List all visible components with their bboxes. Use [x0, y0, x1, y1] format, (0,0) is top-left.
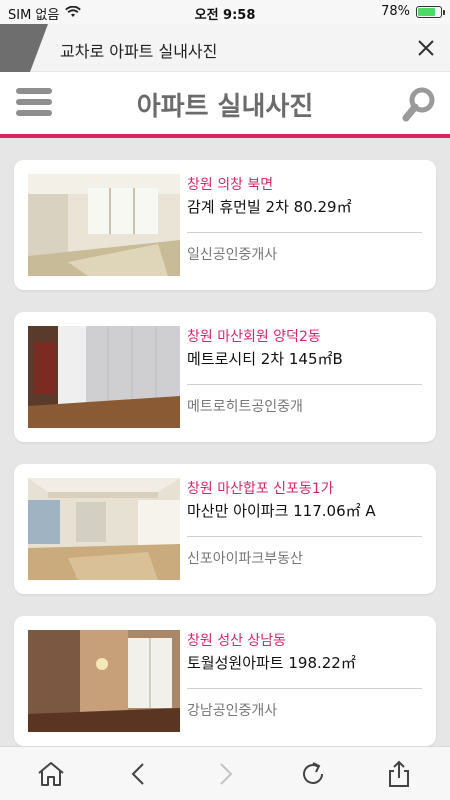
- app-header: 아파트 실내사진: [0, 72, 450, 134]
- battery-icon: [416, 5, 445, 18]
- listing-card[interactable]: 창원 성산 상남동 토월성원아파트 198.22㎡ 강남공인중개사: [14, 616, 436, 746]
- listing-photo[interactable]: [28, 478, 180, 580]
- listing-agency: 강남공인중개사: [187, 703, 278, 719]
- listing-location: 창원 성산 상남동: [187, 633, 287, 649]
- listing-location: 창원 마산회원 양덕2동: [187, 329, 321, 345]
- battery-fill: [418, 7, 436, 16]
- divider: [187, 536, 422, 537]
- tab-title: 교차로 아파트 실내사진: [60, 42, 218, 61]
- divider: [187, 688, 422, 689]
- listing-name[interactable]: 토월성원아파트 198.22㎡: [187, 652, 356, 673]
- listing-card[interactable]: 창원 마산합포 신포동1가 마산만 아이파크 117.06㎡ A 신포아이파크부…: [14, 464, 436, 594]
- listing-agency: 메트로히트공인중개: [187, 399, 303, 415]
- forward-icon[interactable]: [210, 759, 240, 789]
- listing-name[interactable]: 감계 휴먼빌 2차 80.29㎡: [187, 196, 352, 217]
- battery-percent: 78%: [381, 4, 410, 19]
- listing-photo[interactable]: [28, 326, 180, 428]
- listing-card[interactable]: 창원 마산회원 양덕2동 메트로시티 2차 145㎡B 메트로히트공인중개: [14, 312, 436, 442]
- listing-photo[interactable]: [28, 630, 180, 732]
- home-icon[interactable]: [36, 759, 66, 789]
- divider: [187, 232, 422, 233]
- listing-name[interactable]: 마산만 아이파크 117.06㎡ A: [187, 500, 376, 521]
- listing-location: 창원 마산합포 신포동1가: [187, 481, 334, 497]
- refresh-icon[interactable]: [298, 759, 328, 789]
- close-icon[interactable]: [414, 36, 438, 60]
- status-right: 78%: [381, 4, 445, 19]
- listing-card[interactable]: 창원 의창 북면 감계 휴먼빌 2차 80.29㎡ 일신공인중개사: [14, 160, 436, 290]
- page-title: 아파트 실내사진: [136, 92, 314, 122]
- back-icon[interactable]: [124, 759, 154, 789]
- listing-agency: 신포아이파크부동산: [187, 551, 303, 567]
- tab-strip: 교차로 아파트 실내사진: [0, 24, 450, 72]
- browser-toolbar: [0, 746, 450, 800]
- search-icon[interactable]: [402, 86, 438, 122]
- share-icon[interactable]: [384, 759, 414, 789]
- listing-agency: 일신공인중개사: [187, 247, 278, 263]
- tab-corner-decoration: [0, 24, 48, 72]
- divider: [187, 384, 422, 385]
- status-bar: SIM 없음 오전 9:58 78%: [0, 0, 450, 24]
- listing-location: 창원 의창 북면: [187, 177, 274, 193]
- listing-list[interactable]: 창원 의창 북면 감계 휴먼빌 2차 80.29㎡ 일신공인중개사 창원 마산회…: [0, 138, 450, 746]
- listing-photo[interactable]: [28, 174, 180, 276]
- listing-name[interactable]: 메트로시티 2차 145㎡B: [187, 348, 343, 369]
